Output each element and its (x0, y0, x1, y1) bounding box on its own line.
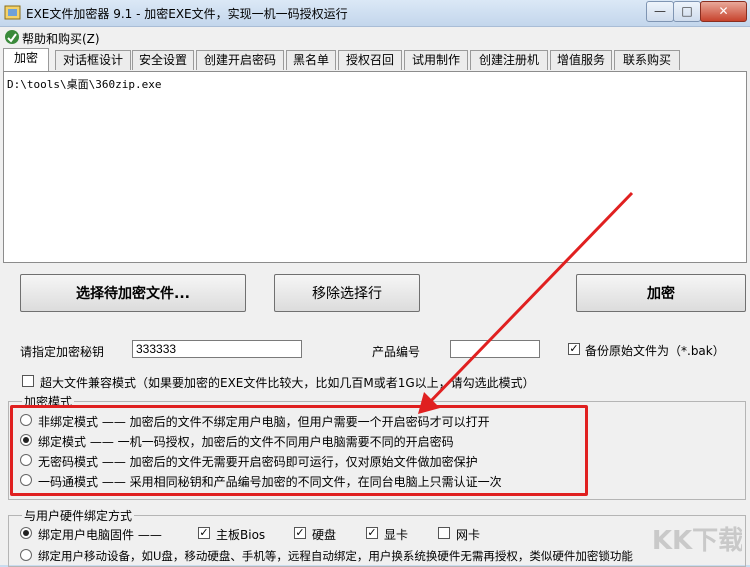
nic-label: 网卡 (456, 528, 481, 542)
key-label: 请指定加密秘钥 (20, 345, 105, 359)
file-list[interactable]: D:\tools\桌面\360zip.exe (3, 71, 747, 263)
tab-trial-creation[interactable]: 试用制作 (404, 50, 468, 70)
tab-dialog-design[interactable]: 对话框设计 (55, 50, 131, 70)
tab-create-keygen[interactable]: 创建注册机 (470, 50, 548, 70)
select-file-button[interactable]: 选择待加密文件... (20, 274, 246, 312)
menu-bar: 帮助和购买(Z) (0, 27, 750, 47)
close-button[interactable]: ✕ (700, 1, 747, 22)
gpu-checkbox[interactable]: ✓ (366, 527, 378, 539)
nic-checkbox[interactable] (438, 527, 450, 539)
tab-blacklist[interactable]: 黑名单 (286, 50, 336, 70)
product-input[interactable] (450, 340, 540, 358)
bind-firmware-label: 绑定用户电脑固件 —— (38, 528, 162, 542)
tab-value-added[interactable]: 增值服务 (550, 50, 612, 70)
bind-mobile-label: 绑定用户移动设备，如U盘，移动硬盘、手机等，远程自动绑定，用户换系统换硬件无需再… (38, 549, 633, 563)
window-title: EXE文件加密器 9.1 - 加密EXE文件，实现一机一码授权运行 (26, 7, 348, 21)
tab-license-recall[interactable]: 授权召回 (338, 50, 402, 70)
disk-label: 硬盘 (312, 528, 337, 542)
tab-security-settings[interactable]: 安全设置 (132, 50, 194, 70)
remove-selected-button[interactable]: 移除选择行 (274, 274, 420, 312)
menu-help[interactable]: 帮助和购买(Z) (22, 30, 100, 47)
radio-bind-firmware[interactable] (20, 527, 32, 539)
app-icon (4, 5, 21, 20)
bios-label: 主板Bios (216, 528, 266, 542)
hardware-group-title: 与用户硬件绑定方式 (22, 507, 135, 524)
title-bar: EXE文件加密器 9.1 - 加密EXE文件，实现一机一码授权运行 — □ ✕ (0, 0, 750, 27)
maximize-button[interactable]: □ (673, 1, 701, 22)
radio-bind-mobile[interactable] (20, 549, 32, 561)
help-icon (5, 30, 19, 44)
tab-bar: 加密 对话框设计 安全设置 创建开启密码 黑名单 授权召回 试用制作 创建注册机… (0, 48, 750, 71)
product-label: 产品编号 (372, 345, 421, 359)
large-file-label: 超大文件兼容模式（如果要加密的EXE文件比较大，比如几百M或者1G以上，请勾选此… (40, 376, 535, 390)
annotation-highlight-box (10, 405, 588, 496)
app-window: EXE文件加密器 9.1 - 加密EXE文件，实现一机一码授权运行 — □ ✕ … (0, 0, 750, 567)
backup-checkbox[interactable]: ✓ (568, 343, 580, 355)
minimize-button[interactable]: — (646, 1, 674, 22)
tab-create-open-password[interactable]: 创建开启密码 (196, 50, 284, 70)
watermark-logo: KK下载 (654, 526, 742, 556)
svg-text:KK下载: KK下载 (654, 526, 742, 556)
key-input[interactable] (132, 340, 302, 358)
tab-contact-purchase[interactable]: 联系购买 (614, 50, 680, 70)
gpu-label: 显卡 (384, 528, 409, 542)
tab-encrypt[interactable]: 加密 (3, 48, 49, 71)
backup-label: 备份原始文件为（*.bak） (585, 344, 725, 358)
file-list-item[interactable]: D:\tools\桌面\360zip.exe (7, 76, 743, 92)
encrypt-button[interactable]: 加密 (576, 274, 746, 312)
bios-checkbox[interactable]: ✓ (198, 527, 210, 539)
disk-checkbox[interactable]: ✓ (294, 527, 306, 539)
large-file-checkbox[interactable] (22, 375, 34, 387)
